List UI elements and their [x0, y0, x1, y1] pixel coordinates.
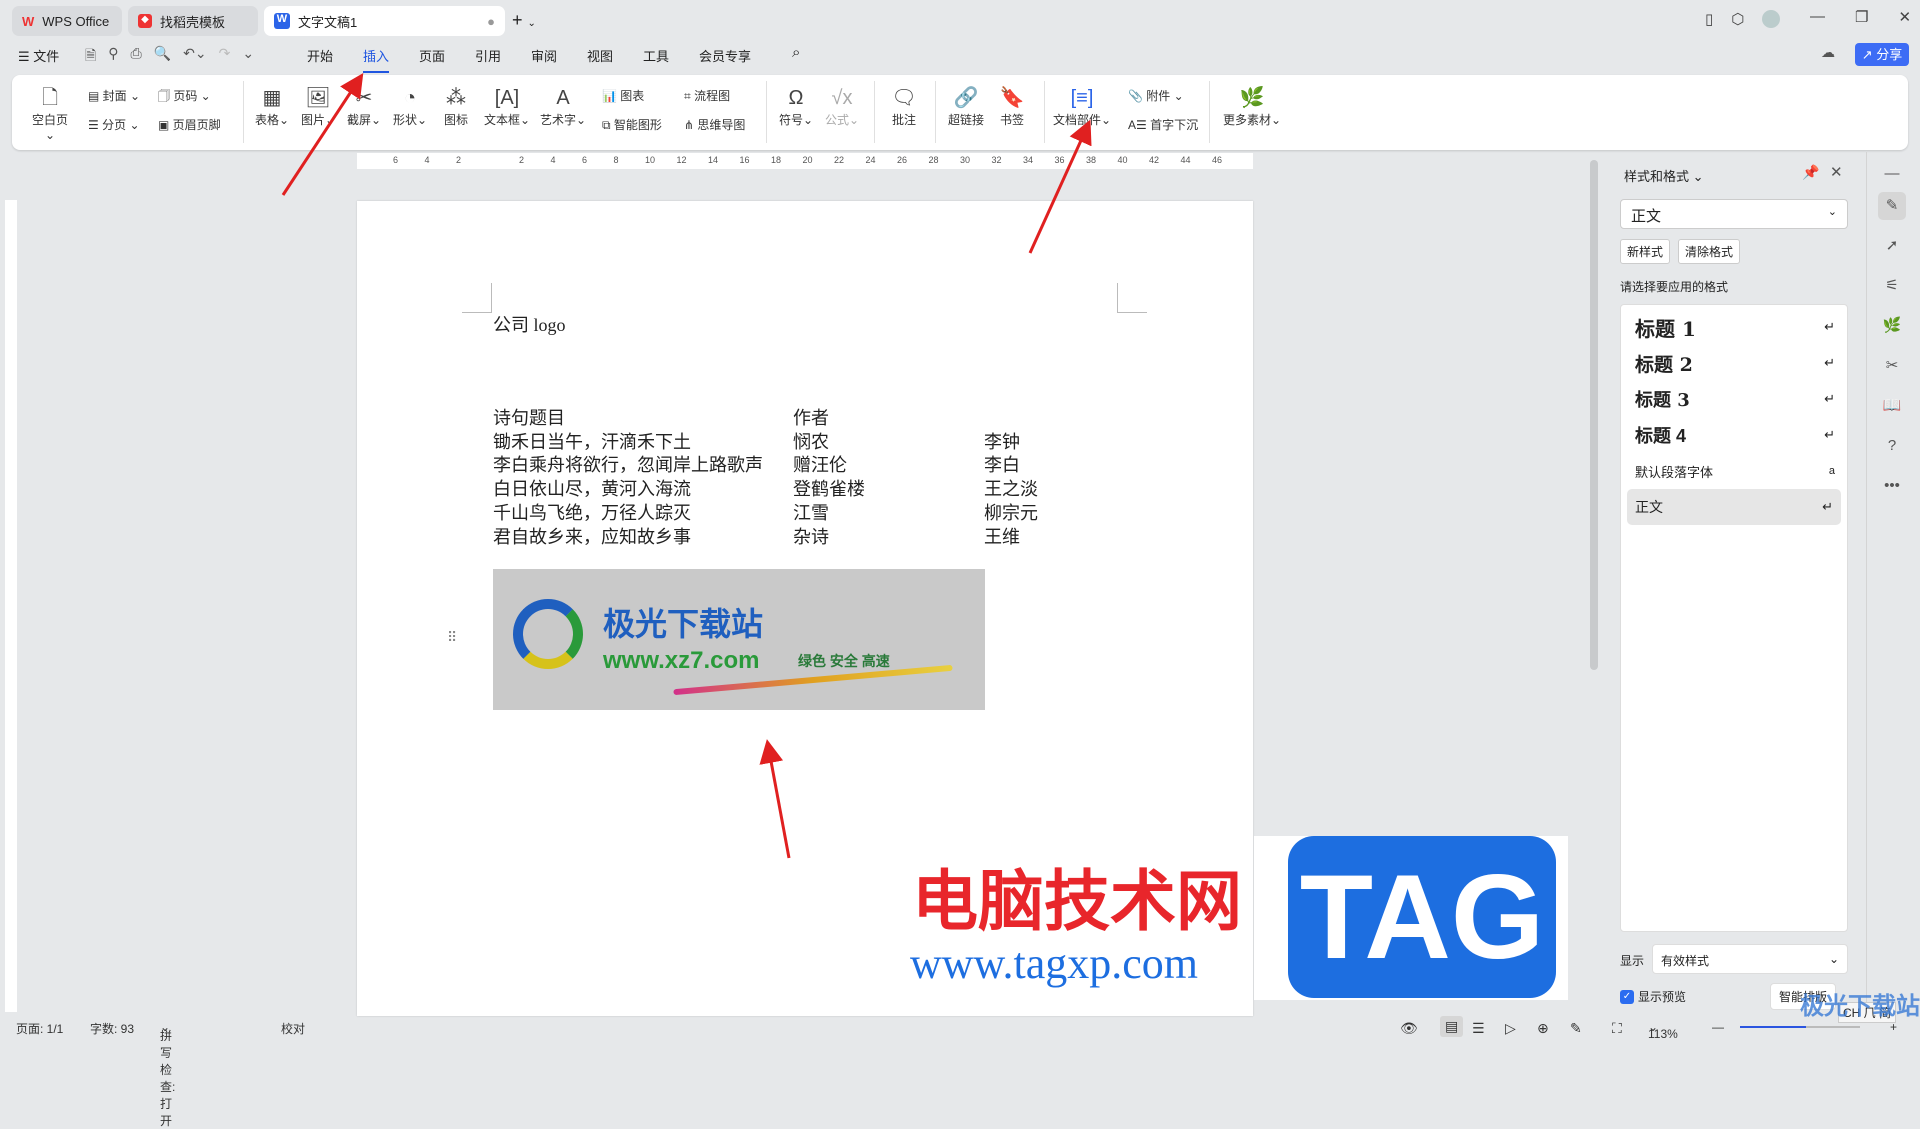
- arrow-to-doc-parts: [1028, 119, 1092, 254]
- arrow-to-insert-tab: [281, 72, 364, 196]
- annotation-arrows: [281, 72, 1092, 859]
- arrow-to-image: [759, 739, 791, 859]
